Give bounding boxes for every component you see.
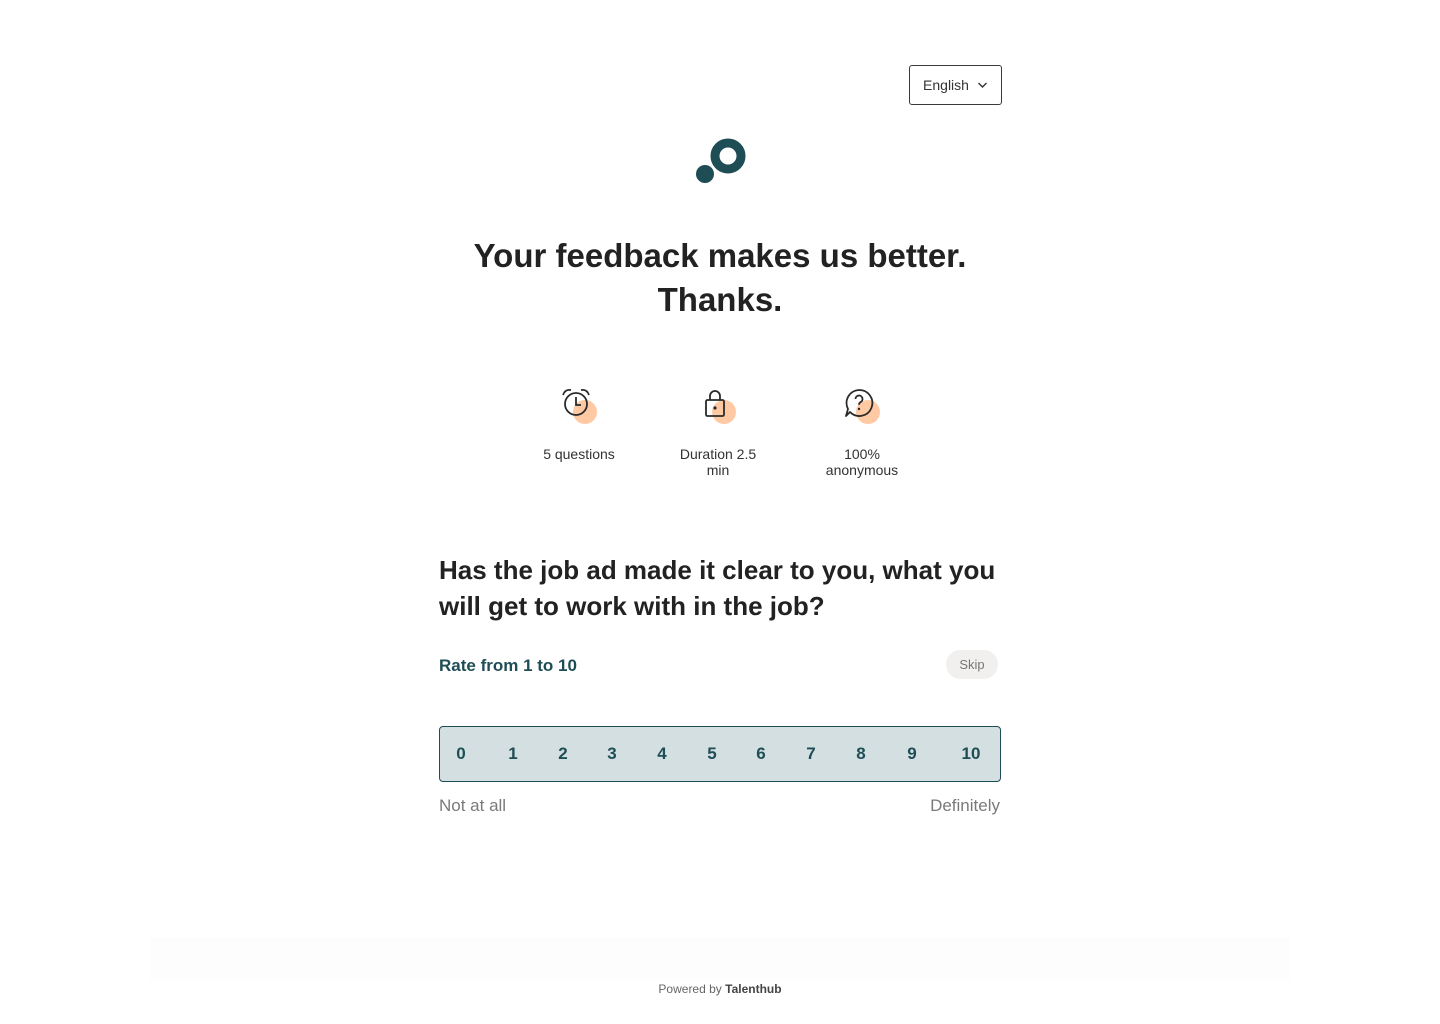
chevron-down-icon	[977, 82, 987, 88]
page-title: Your feedback makes us better. Thanks.	[400, 234, 1040, 322]
fact-label: 5 questions	[543, 446, 615, 462]
rating-option-8[interactable]: 8	[841, 727, 881, 780]
fact-duration: Duration 2.5 min	[668, 386, 768, 478]
fact-questions: 5 questions	[529, 386, 629, 462]
rating-option-9[interactable]: 9	[892, 727, 932, 780]
skip-button[interactable]: Skip	[946, 650, 998, 679]
brand-logo	[696, 138, 746, 183]
powered-by-brand[interactable]: Talenthub	[725, 982, 781, 996]
footer-band	[150, 938, 1290, 980]
scale-min-label: Not at all	[439, 796, 507, 815]
lock-icon	[698, 386, 738, 426]
page-title-line-1: Your feedback makes us better.	[473, 237, 967, 274]
question-text: Has the job ad made it clear to you, wha…	[439, 555, 996, 621]
page-title-line-2: Thanks.	[657, 281, 783, 318]
question-bubble-icon	[842, 386, 882, 426]
powered-by: Powered by Talenthub	[0, 982, 1440, 996]
fact-anonymous: 100% anonymous	[812, 386, 912, 478]
rating-option-3[interactable]: 3	[592, 727, 632, 780]
language-select[interactable]: English	[909, 65, 1002, 105]
rating-option-5[interactable]: 5	[692, 727, 732, 780]
scale-max-label: Definitely	[930, 796, 1000, 815]
fact-label-line-2: min	[706, 462, 730, 478]
alarm-clock-icon	[559, 386, 599, 426]
language-select-value: English	[923, 77, 969, 93]
rating-option-4[interactable]: 4	[642, 727, 682, 780]
rating-option-0[interactable]: 0	[441, 727, 481, 780]
fact-label-line-1: Duration 2.5	[679, 446, 757, 462]
rating-option-2[interactable]: 2	[543, 727, 583, 780]
rating-option-7[interactable]: 7	[791, 727, 831, 780]
rating-scale: 0 1 2 3 4 5 6 7 8 9 10	[439, 726, 1001, 782]
rating-option-6[interactable]: 6	[741, 727, 781, 780]
rating-option-10[interactable]: 10	[951, 727, 991, 780]
survey-facts: 5 questions Duration 2.5 min 100% anonym…	[0, 386, 1440, 486]
rate-instruction: Rate from 1 to 10	[439, 656, 577, 675]
fact-label-line-2: anonymous	[825, 462, 899, 478]
fact-label-line-1: 100%	[844, 446, 880, 462]
rating-option-1[interactable]: 1	[493, 727, 533, 780]
powered-by-prefix: Powered by	[658, 982, 722, 996]
